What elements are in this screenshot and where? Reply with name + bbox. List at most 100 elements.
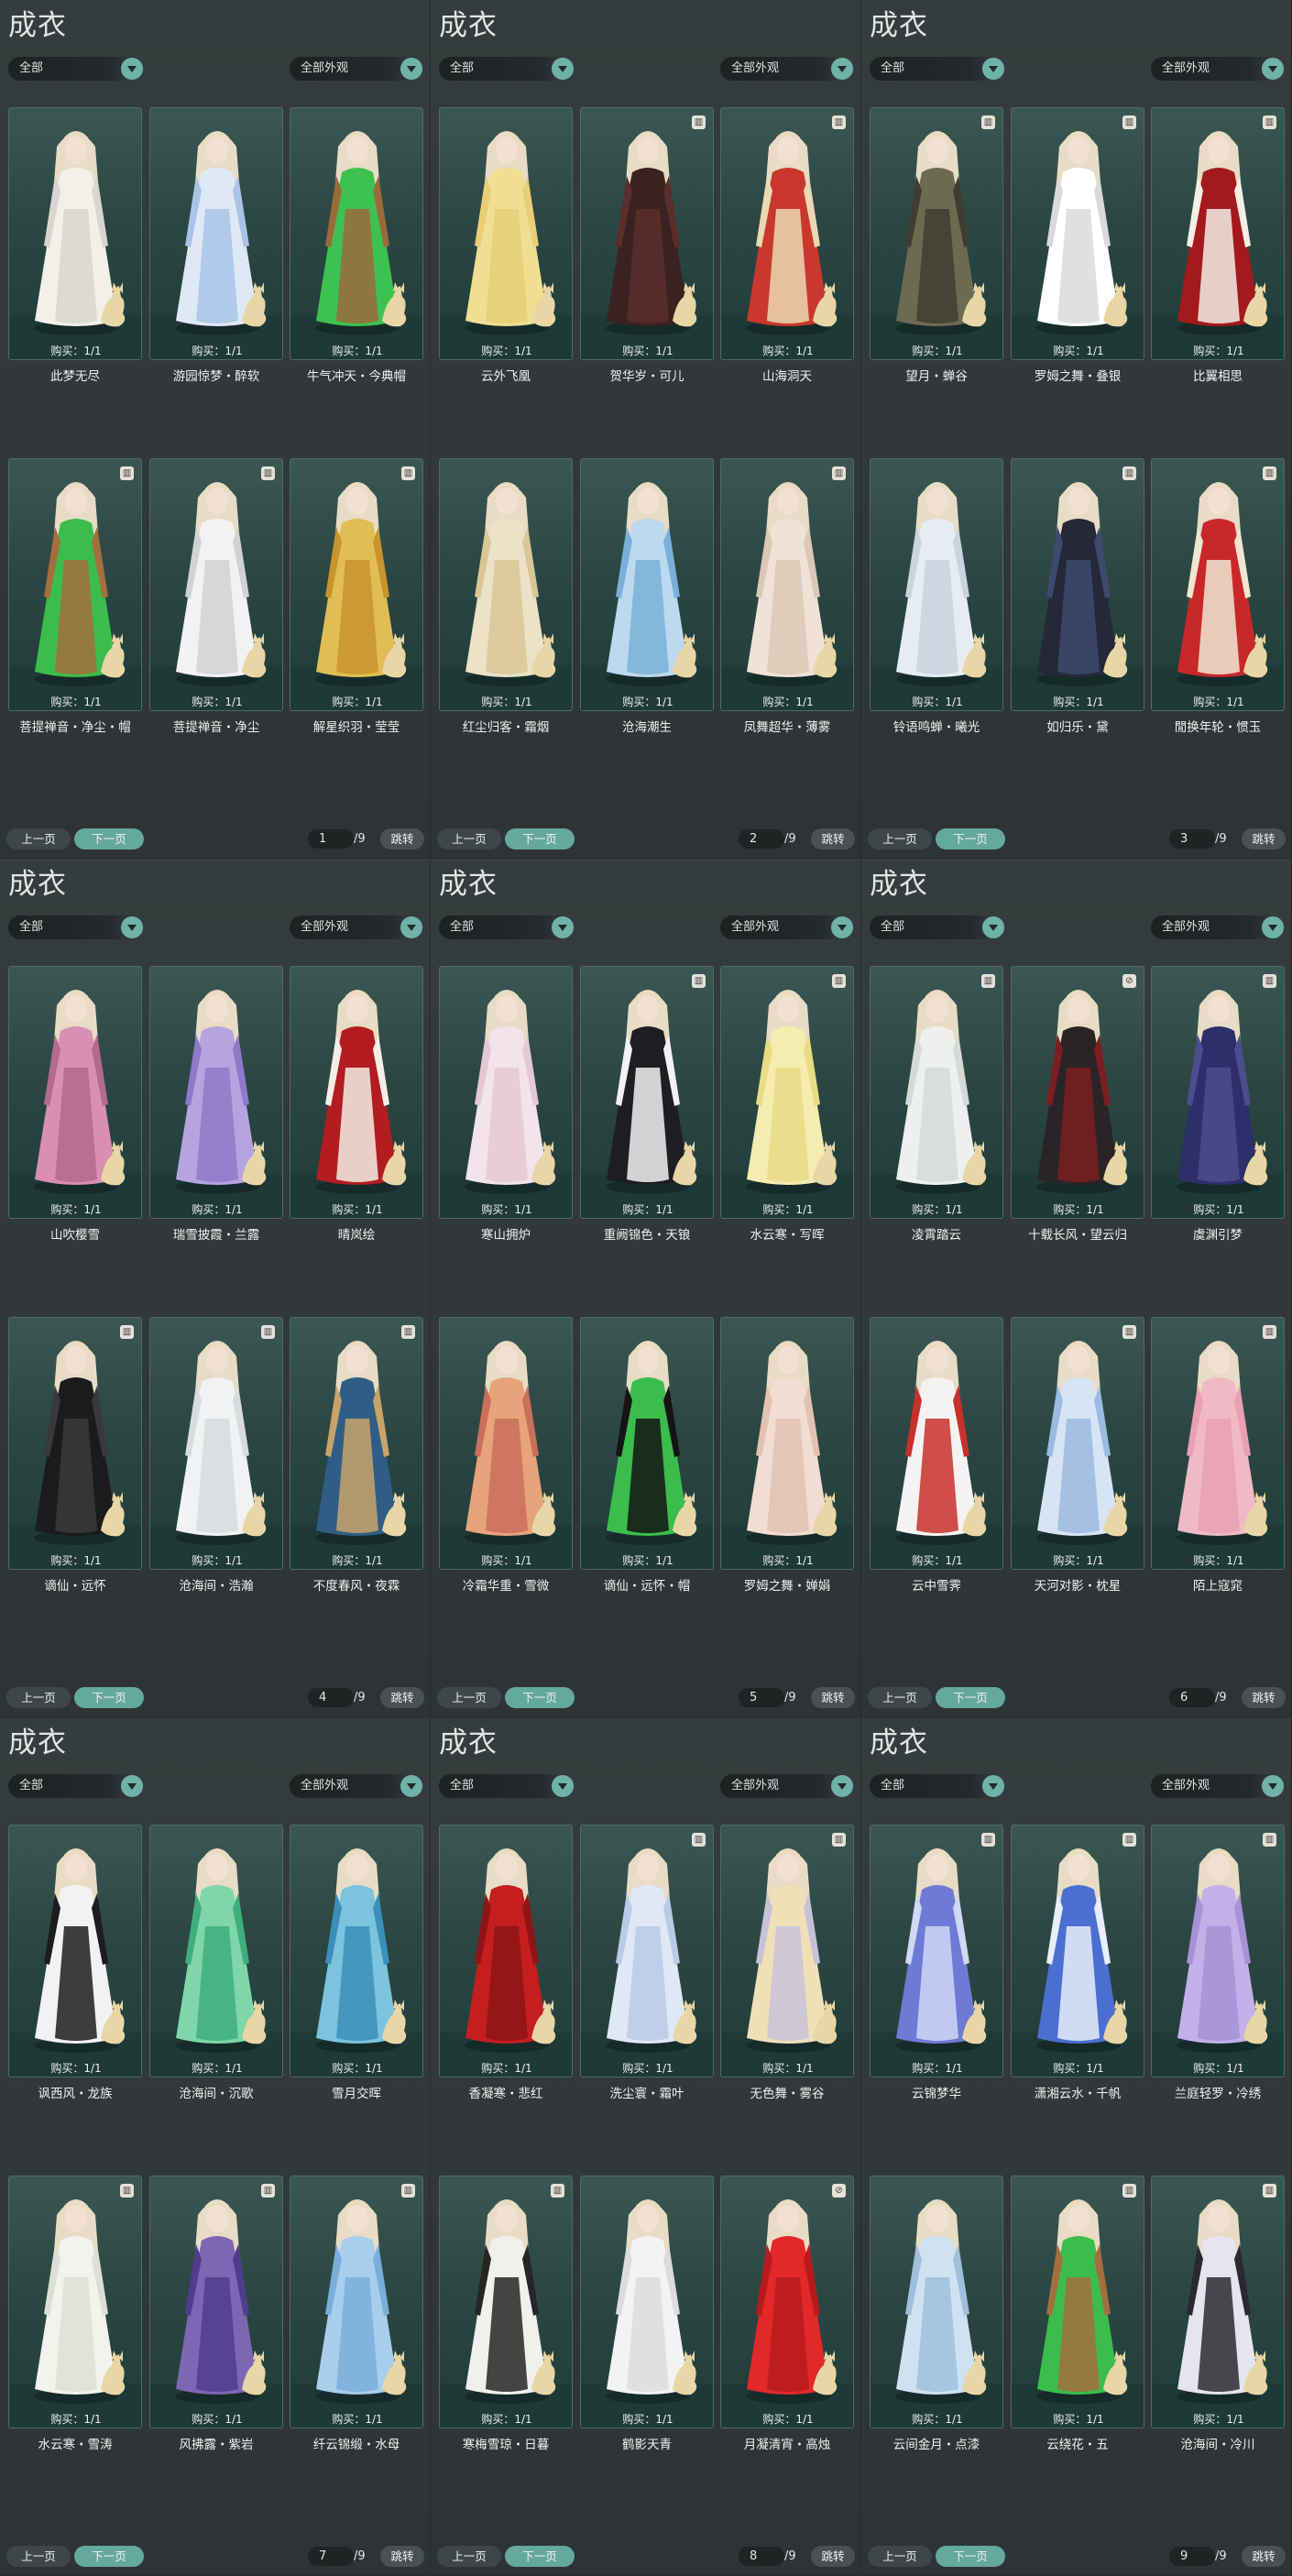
- outfit-card[interactable]: ▥ 购买：1/1 寒梅雪琼・日暮: [439, 2176, 573, 2452]
- outfit-preview[interactable]: 购买：1/1: [8, 107, 142, 360]
- outfit-card[interactable]: 购买：1/1 瑞雪披霞・兰露: [149, 966, 283, 1243]
- outfit-preview[interactable]: 购买：1/1: [149, 1825, 283, 2077]
- chevron-down-icon[interactable]: [121, 58, 143, 80]
- next-page-button[interactable]: 下一页: [936, 1687, 1005, 1708]
- category-dropdown[interactable]: 全部: [439, 915, 575, 939]
- outfit-card[interactable]: ▥ 购买：1/1 凤舞超华・薄雾: [720, 458, 854, 735]
- outfit-card[interactable]: 购买：1/1 香凝寒・悲红: [439, 1825, 573, 2101]
- outfit-card[interactable]: ▥ 购买：1/1 沧海间・冷川: [1151, 2176, 1285, 2452]
- outfit-preview[interactable]: 购买：1/1: [870, 458, 1003, 711]
- lock-icon[interactable]: ⊘: [1122, 974, 1136, 988]
- outfit-preview[interactable]: ▥ 购买：1/1: [720, 966, 854, 1219]
- outfit-card[interactable]: 购买：1/1 冷霜华重・雪微: [439, 1317, 573, 1594]
- outfit-card[interactable]: ▥ 购买：1/1 凌霄踏云: [870, 966, 1003, 1243]
- outfit-preview[interactable]: ▥ 购买：1/1: [290, 2176, 423, 2428]
- outfit-card[interactable]: 购买：1/1 云外飞凰: [439, 107, 573, 384]
- outfit-preview[interactable]: 购买：1/1: [439, 458, 573, 711]
- trash-icon[interactable]: ▥: [832, 974, 846, 988]
- next-page-button[interactable]: 下一页: [936, 2546, 1005, 2567]
- prev-page-button[interactable]: 上一页: [437, 2546, 501, 2567]
- outfit-preview[interactable]: ▥ 购买：1/1: [1011, 458, 1144, 711]
- outfit-card[interactable]: ▥ 购买：1/1 沧海间・浩瀚: [149, 1317, 283, 1594]
- chevron-down-icon[interactable]: [400, 1775, 422, 1797]
- appearance-dropdown[interactable]: 全部外观: [290, 915, 423, 939]
- jump-button[interactable]: 跳转: [380, 1687, 424, 1708]
- outfit-card[interactable]: ▥ 购买：1/1 天河对影・枕星: [1011, 1317, 1144, 1594]
- next-page-button[interactable]: 下一页: [505, 828, 575, 850]
- outfit-card[interactable]: ▥ 购买：1/1 比翼相思: [1151, 107, 1285, 384]
- outfit-preview[interactable]: 购买：1/1: [439, 107, 573, 360]
- jump-button[interactable]: 跳转: [1242, 828, 1286, 850]
- trash-icon[interactable]: ▥: [692, 974, 706, 988]
- outfit-card[interactable]: 购买：1/1 寒山拥炉: [439, 966, 573, 1243]
- outfit-card[interactable]: ▥ 购买：1/1 洗尘寰・霜叶: [580, 1825, 714, 2101]
- trash-icon[interactable]: ▥: [1122, 466, 1136, 480]
- next-page-button[interactable]: 下一页: [74, 1687, 144, 1708]
- outfit-card[interactable]: 购买：1/1 牛气冲天・今典帽: [290, 107, 423, 384]
- outfit-card[interactable]: 购买：1/1 铃语鸣蝉・曦光: [870, 458, 1003, 735]
- trash-icon[interactable]: ▥: [981, 974, 995, 988]
- appearance-dropdown[interactable]: 全部外观: [720, 915, 854, 939]
- outfit-preview[interactable]: 购买：1/1: [8, 966, 142, 1219]
- page-input[interactable]: 3: [1169, 829, 1215, 849]
- prev-page-button[interactable]: 上一页: [868, 1687, 932, 1708]
- prev-page-button[interactable]: 上一页: [6, 828, 71, 850]
- outfit-preview[interactable]: ▥ 购买：1/1: [1151, 458, 1285, 711]
- outfit-card[interactable]: ▥ 购买：1/1 山海洞天: [720, 107, 854, 384]
- outfit-preview[interactable]: 购买：1/1: [870, 2176, 1003, 2428]
- trash-icon[interactable]: ▥: [1122, 115, 1136, 129]
- outfit-preview[interactable]: ▥ 购买：1/1: [149, 458, 283, 711]
- outfit-card[interactable]: 购买：1/1 雪月交晖: [290, 1825, 423, 2101]
- outfit-preview[interactable]: ▥ 购买：1/1: [1011, 2176, 1144, 2428]
- outfit-preview[interactable]: ▥ 购买：1/1: [720, 107, 854, 360]
- page-input[interactable]: 6: [1169, 1688, 1215, 1707]
- outfit-card[interactable]: ▥ 购买：1/1 云锦梦华: [870, 1825, 1003, 2101]
- appearance-dropdown[interactable]: 全部外观: [1151, 57, 1285, 81]
- page-input[interactable]: 4: [308, 1688, 354, 1707]
- next-page-button[interactable]: 下一页: [505, 2546, 575, 2567]
- prev-page-button[interactable]: 上一页: [6, 1687, 71, 1708]
- outfit-preview[interactable]: 购买：1/1: [149, 107, 283, 360]
- trash-icon[interactable]: ▥: [981, 115, 995, 129]
- next-page-button[interactable]: 下一页: [505, 1687, 575, 1708]
- prev-page-button[interactable]: 上一页: [6, 2546, 71, 2567]
- outfit-card[interactable]: ▥ 购买：1/1 解星织羽・莹莹: [290, 458, 423, 735]
- page-input[interactable]: 9: [1169, 2547, 1215, 2566]
- page-input[interactable]: 5: [739, 1688, 784, 1707]
- outfit-preview[interactable]: 购买：1/1: [580, 1317, 714, 1570]
- outfit-card[interactable]: ▥ 购买：1/1 不度春风・夜霖: [290, 1317, 423, 1594]
- trash-icon[interactable]: ▥: [1263, 466, 1276, 480]
- chevron-down-icon[interactable]: [552, 1775, 574, 1797]
- trash-icon[interactable]: ▥: [832, 115, 846, 129]
- outfit-card[interactable]: ▥ 购买：1/1 云绕花・五: [1011, 2176, 1144, 2452]
- outfit-card[interactable]: ▥ 购买：1/1 谪仙・远怀: [8, 1317, 142, 1594]
- trash-icon[interactable]: ▥: [692, 115, 706, 129]
- chevron-down-icon[interactable]: [552, 916, 574, 938]
- category-dropdown[interactable]: 全部: [870, 1774, 1005, 1798]
- outfit-preview[interactable]: ▥ 购买：1/1: [1151, 1317, 1285, 1570]
- trash-icon[interactable]: ▥: [120, 2184, 134, 2198]
- outfit-card[interactable]: ▥ 购买：1/1 如归乐・黛: [1011, 458, 1144, 735]
- category-dropdown[interactable]: 全部: [8, 1774, 144, 1798]
- outfit-card[interactable]: ▥ 购买：1/1 菩提禅音・净尘: [149, 458, 283, 735]
- trash-icon[interactable]: ▥: [692, 1833, 706, 1847]
- category-dropdown[interactable]: 全部: [870, 57, 1005, 81]
- outfit-preview[interactable]: ▥ 购买：1/1: [1011, 1317, 1144, 1570]
- chevron-down-icon[interactable]: [400, 58, 422, 80]
- outfit-preview[interactable]: ▥ 购买：1/1: [290, 458, 423, 711]
- outfit-preview[interactable]: 购买：1/1: [870, 1317, 1003, 1570]
- appearance-dropdown[interactable]: 全部外观: [1151, 915, 1285, 939]
- outfit-card[interactable]: 购买：1/1 山吹樱雪: [8, 966, 142, 1243]
- prev-page-button[interactable]: 上一页: [868, 2546, 932, 2567]
- outfit-card[interactable]: ▥ 购买：1/1 无色舞・雾谷: [720, 1825, 854, 2101]
- next-page-button[interactable]: 下一页: [74, 2546, 144, 2567]
- trash-icon[interactable]: ▥: [1263, 1833, 1276, 1847]
- chevron-down-icon[interactable]: [121, 1775, 143, 1797]
- appearance-dropdown[interactable]: 全部外观: [290, 57, 423, 81]
- chevron-down-icon[interactable]: [1262, 58, 1284, 80]
- jump-button[interactable]: 跳转: [1242, 2546, 1286, 2567]
- outfit-preview[interactable]: 购买：1/1: [290, 107, 423, 360]
- trash-icon[interactable]: ▥: [1122, 2184, 1136, 2198]
- trash-icon[interactable]: ▥: [401, 2184, 415, 2198]
- chevron-down-icon[interactable]: [831, 1775, 853, 1797]
